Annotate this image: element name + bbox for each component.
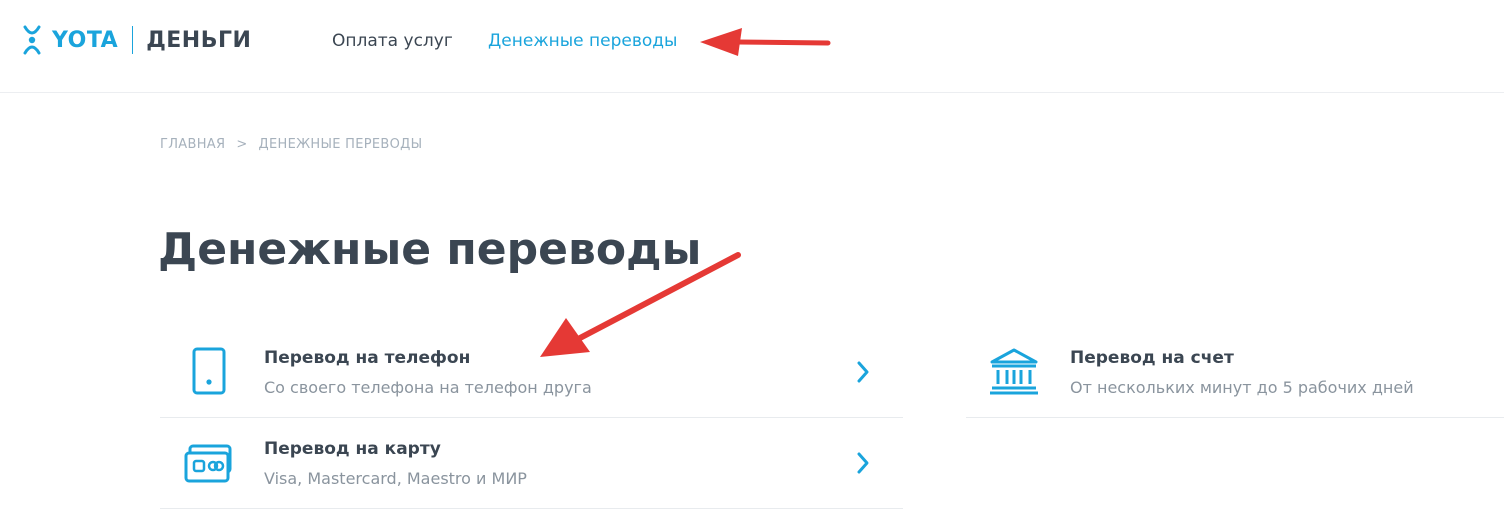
chevron-right-icon	[857, 452, 869, 474]
logo[interactable]: YOTA ДЕНЬГИ	[22, 24, 251, 56]
page-title: Денежные переводы	[158, 224, 702, 275]
breadcrumb-separator: >	[236, 137, 248, 152]
breadcrumb: ГЛАВНАЯ > ДЕНЕЖНЫЕ ПЕРЕВОДЫ	[160, 137, 422, 152]
card-title: Перевод на карту	[264, 439, 441, 459]
logo-product: ДЕНЬГИ	[146, 27, 252, 53]
chevron-right-icon	[857, 361, 869, 383]
phone-icon	[192, 347, 226, 395]
nav-transfers-link[interactable]: Денежные переводы	[488, 31, 677, 51]
transfer-to-card-card[interactable]: Перевод на карту Visa, Mastercard, Maest…	[160, 419, 903, 509]
card-title: Перевод на телефон	[264, 348, 471, 368]
card-subtitle: Visa, Mastercard, Maestro и МИР	[264, 469, 527, 488]
transfer-to-account-card[interactable]: Перевод на счет От нескольких минут до 5…	[966, 328, 1504, 418]
nav-payments-link[interactable]: Оплата услуг	[332, 31, 453, 51]
logo-brand: YOTA	[52, 27, 119, 53]
site-header: YOTA ДЕНЬГИ Оплата услуг Денежные перево…	[0, 0, 1504, 93]
yota-logo-icon	[23, 25, 41, 55]
card-title: Перевод на счет	[1070, 348, 1234, 368]
bank-building-icon	[990, 348, 1038, 395]
card-subtitle: От нескольких минут до 5 рабочих дней	[1070, 378, 1414, 397]
transfer-to-phone-card[interactable]: Перевод на телефон Со своего телефона на…	[160, 328, 903, 418]
logo-divider	[132, 26, 134, 54]
card-subtitle: Со своего телефона на телефон друга	[264, 378, 592, 397]
breadcrumb-current: ДЕНЕЖНЫЕ ПЕРЕВОДЫ	[258, 137, 423, 152]
bank-card-icon	[184, 444, 232, 483]
breadcrumb-home[interactable]: ГЛАВНАЯ	[160, 137, 225, 152]
